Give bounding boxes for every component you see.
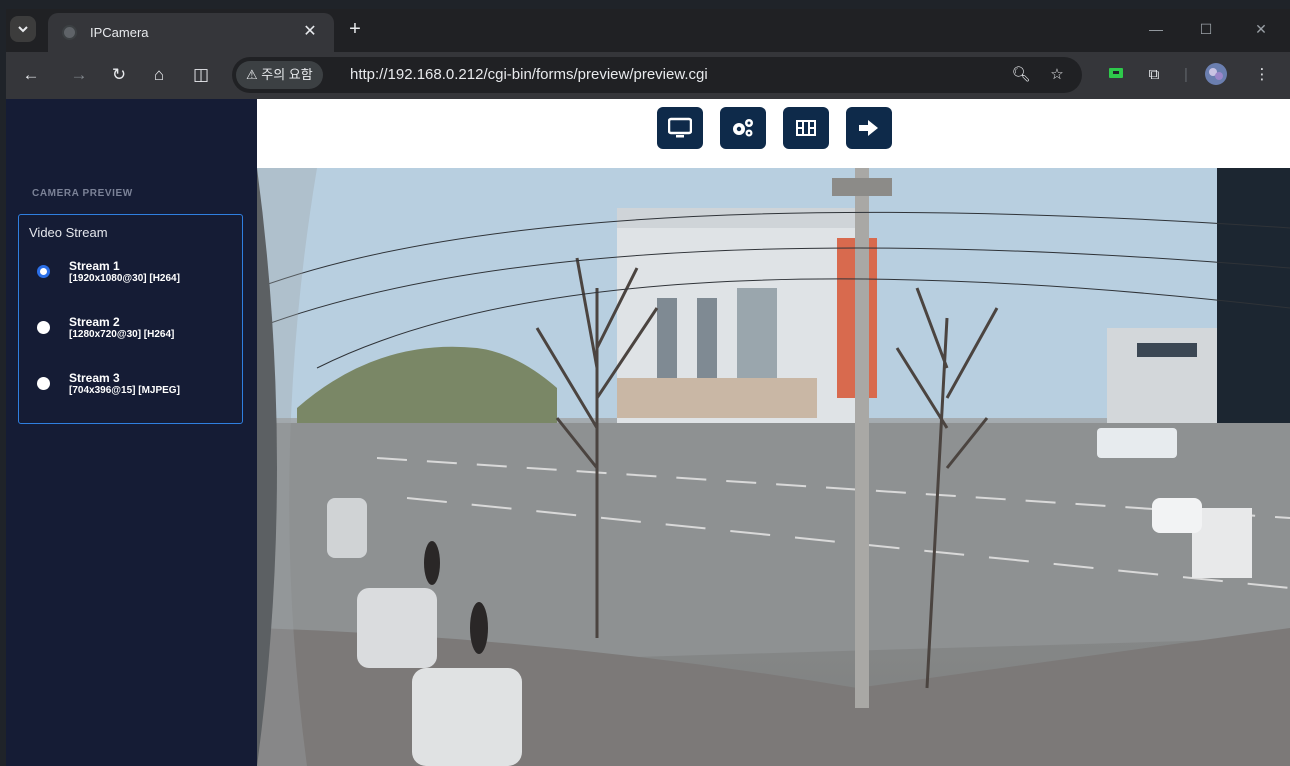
stream-name: Stream 3 [69,371,120,385]
camera-scene [257,168,1290,766]
radio-selected[interactable] [37,265,50,278]
sidebar-section-title: CAMERA PREVIEW [32,188,133,199]
puzzle-icon[interactable]: ⧉ [1142,63,1166,87]
stream-option-2[interactable]: Stream 2 [1280x720@30] [H264] [37,315,237,349]
stream-spec: [704x396@15] [MJPEG] [69,385,180,396]
chevron-down-icon [18,26,28,33]
extension-icon[interactable] [1104,63,1128,87]
address-bar[interactable]: ⚠ 주의 요함 http://192.168.0.212/cgi-bin/for… [232,57,1082,93]
monitor-icon [668,117,692,138]
toolbar-divider: | [1184,66,1188,83]
film-icon [796,120,816,136]
forward-icon[interactable]: → [66,62,92,88]
camera-video-feed[interactable] [257,168,1290,766]
split-view-icon[interactable]: ◫ [188,62,214,88]
maximize-icon[interactable]: ☐ [1191,19,1221,39]
video-stream-title: Video Stream [29,225,108,240]
logout-button[interactable] [846,107,892,149]
sidebar: CAMERA PREVIEW Video Stream Stream 1 [19… [6,99,257,766]
star-icon[interactable]: ☆ [1046,64,1068,86]
window-close-icon[interactable]: ✕ [1246,19,1276,39]
logout-icon [859,120,878,136]
menu-icon[interactable]: ⋮ [1250,63,1274,87]
zoom-icon[interactable]: 🔍︎ [1010,64,1032,86]
stream-name: Stream 1 [69,259,120,273]
security-warning-chip[interactable]: ⚠ 주의 요함 [236,61,323,89]
browser-window: IPCamera ✕ + — ☐ ✕ ← → ↻ ⌂ ◫ ⚠ 주의 요함 htt… [6,9,1290,766]
top-toolbar [257,99,1290,168]
stream-option-3[interactable]: Stream 3 [704x396@15] [MJPEG] [37,371,237,405]
stream-spec: [1920x1080@30] [H264] [69,273,180,284]
minimize-icon[interactable]: — [1141,19,1171,39]
preview-button[interactable] [657,107,703,149]
radio-unselected[interactable] [37,321,50,334]
stream-option-1[interactable]: Stream 1 [1920x1080@30] [H264] [37,259,237,293]
tab-search-button[interactable] [10,16,36,42]
browser-tab[interactable]: IPCamera ✕ [48,13,334,52]
profile-avatar[interactable] [1204,63,1228,87]
home-icon[interactable]: ⌂ [146,62,172,88]
video-stream-panel: Video Stream Stream 1 [1920x1080@30] [H2… [18,214,243,424]
page-content: CAMERA PREVIEW Video Stream Stream 1 [19… [6,99,1290,766]
back-icon[interactable]: ← [18,62,44,88]
tab-close-icon[interactable]: ✕ [300,22,320,42]
new-tab-button[interactable]: + [343,17,367,41]
browser-toolbar: ← → ↻ ⌂ ◫ ⚠ 주의 요함 http://192.168.0.212/c… [6,52,1290,99]
tab-title: IPCamera [90,25,149,40]
settings-gears-icon [733,119,753,137]
globe-icon [62,25,77,40]
stream-name: Stream 2 [69,315,120,329]
url-text[interactable]: http://192.168.0.212/cgi-bin/forms/previ… [350,66,708,83]
tab-strip: IPCamera ✕ + — ☐ ✕ [6,9,1290,52]
radio-unselected[interactable] [37,377,50,390]
stream-spec: [1280x720@30] [H264] [69,329,175,340]
reload-icon[interactable]: ↻ [106,62,132,88]
recording-button[interactable] [783,107,829,149]
settings-button[interactable] [720,107,766,149]
